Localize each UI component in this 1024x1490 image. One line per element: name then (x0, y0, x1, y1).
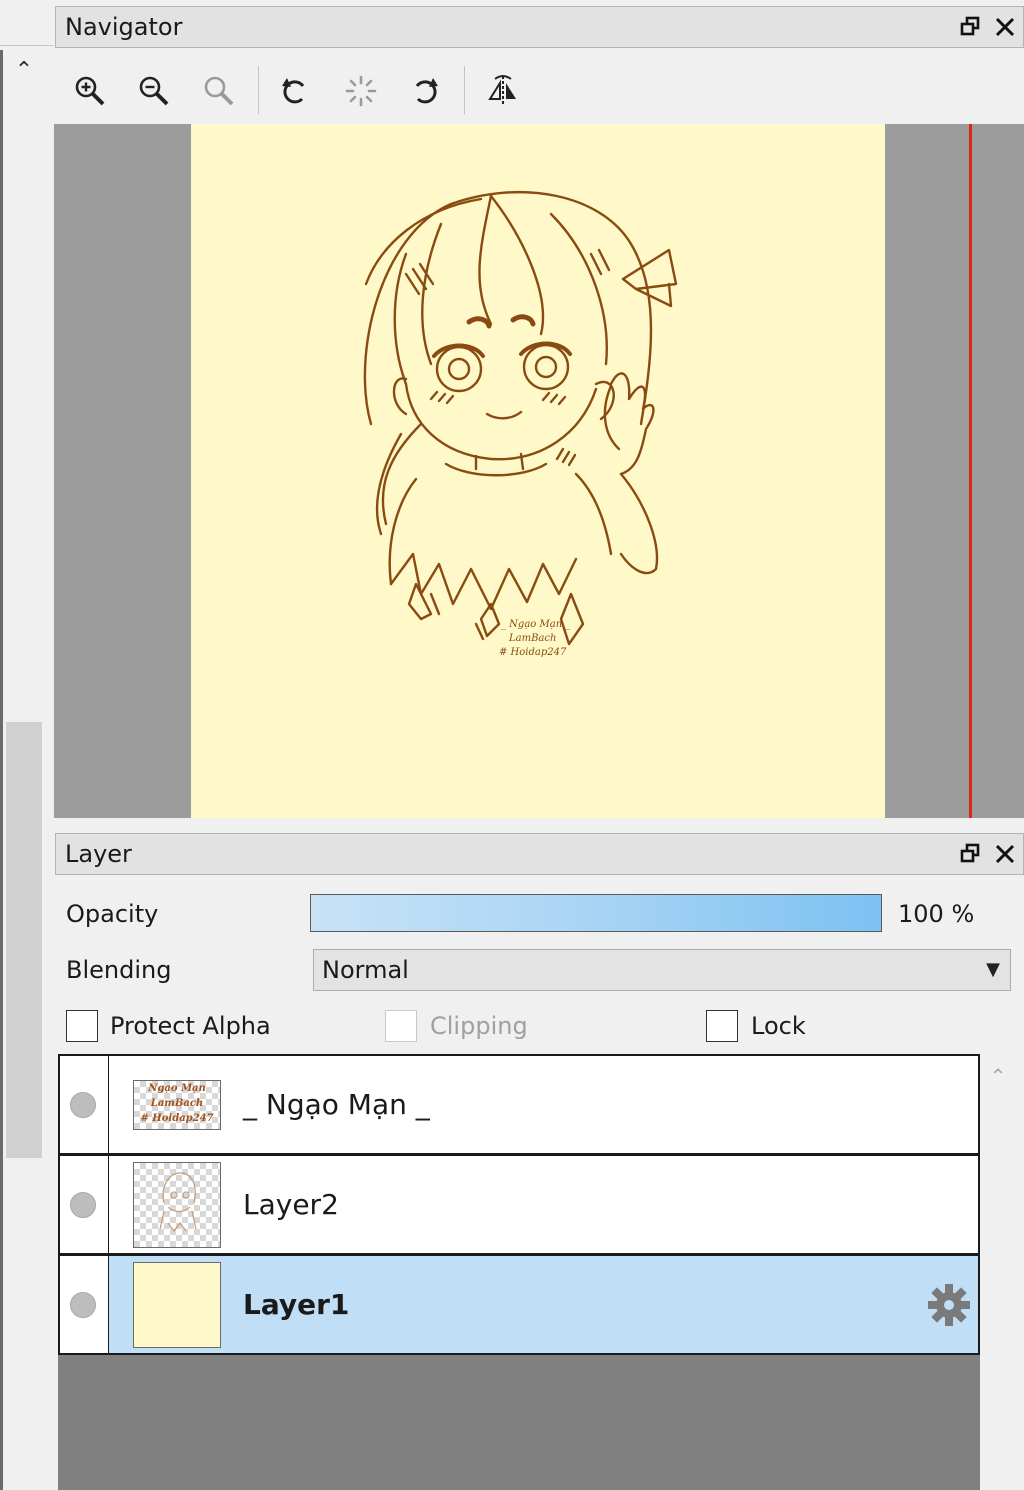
opacity-label: Opacity (66, 900, 159, 928)
toolbar-separator (258, 66, 259, 114)
layer-name-cell[interactable]: Layer2 (109, 1156, 978, 1253)
close-icon[interactable] (992, 840, 1018, 868)
protect-alpha-checkbox[interactable] (66, 1010, 98, 1042)
restore-icon[interactable] (958, 13, 984, 41)
canvas-watermark-line-3: # Hoidap247 (499, 647, 567, 658)
left-dock-divider (0, 50, 3, 1490)
navigator-title: Navigator (65, 13, 183, 41)
navigator-viewport-edge[interactable] (969, 124, 972, 818)
layer-row[interactable]: Layer2 (58, 1154, 980, 1255)
layer-thumbnail (133, 1162, 221, 1248)
chevron-up-icon[interactable]: ⌃ (986, 1064, 1010, 1088)
layer-titlebar[interactable]: Layer (55, 833, 1024, 875)
gear-icon[interactable] (926, 1282, 972, 1328)
layer-name-cell[interactable]: Layer1 (109, 1256, 978, 1353)
layer-visibility-cell[interactable] (60, 1256, 109, 1353)
layer-row[interactable]: Ngạo Mạn LamBach # Hoidap247 _ Ngạo Mạn … (58, 1054, 980, 1155)
layer-visibility-cell[interactable] (60, 1056, 109, 1153)
visibility-dot-icon[interactable] (70, 1092, 96, 1118)
navigator-titlebar[interactable]: Navigator (55, 6, 1024, 48)
layer-list[interactable]: Ngạo Mạn LamBach # Hoidap247 _ Ngạo Mạn … (58, 1054, 980, 1490)
dropdown-arrow-icon: ▼ (986, 959, 1000, 980)
left-dock-header (0, 0, 54, 46)
close-icon[interactable] (992, 13, 1018, 41)
rotate-reset-icon[interactable] (338, 68, 384, 114)
layer-name-cell[interactable]: Ngạo Mạn LamBach # Hoidap247 _ Ngạo Mạn … (109, 1056, 978, 1153)
thumbnail-text-line: LamBach (150, 1098, 204, 1109)
visibility-dot-icon[interactable] (70, 1292, 96, 1318)
toolbar-separator (464, 66, 465, 114)
layer-name: Layer1 (243, 1288, 350, 1321)
clipping-label: Clipping (430, 1012, 528, 1040)
opacity-value: 100 % (898, 900, 975, 928)
zoom-in-icon[interactable] (67, 68, 113, 114)
lock-label: Lock (751, 1012, 806, 1040)
thumbnail-text-line: Ngạo Mạn (148, 1083, 206, 1094)
navigator-canvas-preview: _ Ngạo Mạn _ LamBach # Hoidap247 (191, 124, 885, 818)
canvas-watermark-line-2: LamBach (508, 633, 556, 644)
restore-icon[interactable] (958, 840, 984, 868)
layer-visibility-cell[interactable] (60, 1156, 109, 1253)
layer-row-selected[interactable]: Layer1 (58, 1254, 980, 1355)
blending-dropdown[interactable]: Normal ▼ (313, 949, 1011, 991)
layer-name: Layer2 (243, 1188, 339, 1221)
blending-selected-value: Normal (322, 956, 409, 984)
visibility-dot-icon[interactable] (70, 1192, 96, 1218)
canvas-watermark-line-1: _ Ngạo Mạn _ (501, 619, 570, 630)
layer-name: _ Ngạo Mạn _ (243, 1088, 430, 1121)
flip-horizontal-icon[interactable] (480, 68, 526, 114)
protect-alpha-label: Protect Alpha (110, 1012, 271, 1040)
zoom-out-icon[interactable] (131, 68, 177, 114)
layer-panel-title: Layer (65, 840, 132, 868)
rotate-left-icon[interactable] (272, 68, 318, 114)
sketch-thumbnail (159, 1172, 197, 1232)
sketch-illustration: _ Ngạo Mạn _ LamBach # Hoidap247 (363, 190, 678, 658)
layer-thumbnail (133, 1262, 221, 1348)
rotate-right-icon[interactable] (402, 68, 448, 114)
zoom-reset-icon[interactable] (196, 68, 242, 114)
thumbnail-text-line: # Hoidap247 (140, 1113, 214, 1124)
left-scrollbar-thumb[interactable] (6, 722, 42, 1158)
layer-thumbnail: Ngạo Mạn LamBach # Hoidap247 (133, 1080, 221, 1130)
chevron-up-icon[interactable]: ⌃ (12, 58, 36, 84)
blending-label: Blending (66, 956, 172, 984)
lock-checkbox[interactable] (706, 1010, 738, 1042)
navigator-view[interactable]: _ Ngạo Mạn _ LamBach # Hoidap247 (54, 124, 1024, 818)
opacity-slider[interactable] (310, 894, 882, 932)
clipping-checkbox[interactable] (385, 1010, 417, 1042)
